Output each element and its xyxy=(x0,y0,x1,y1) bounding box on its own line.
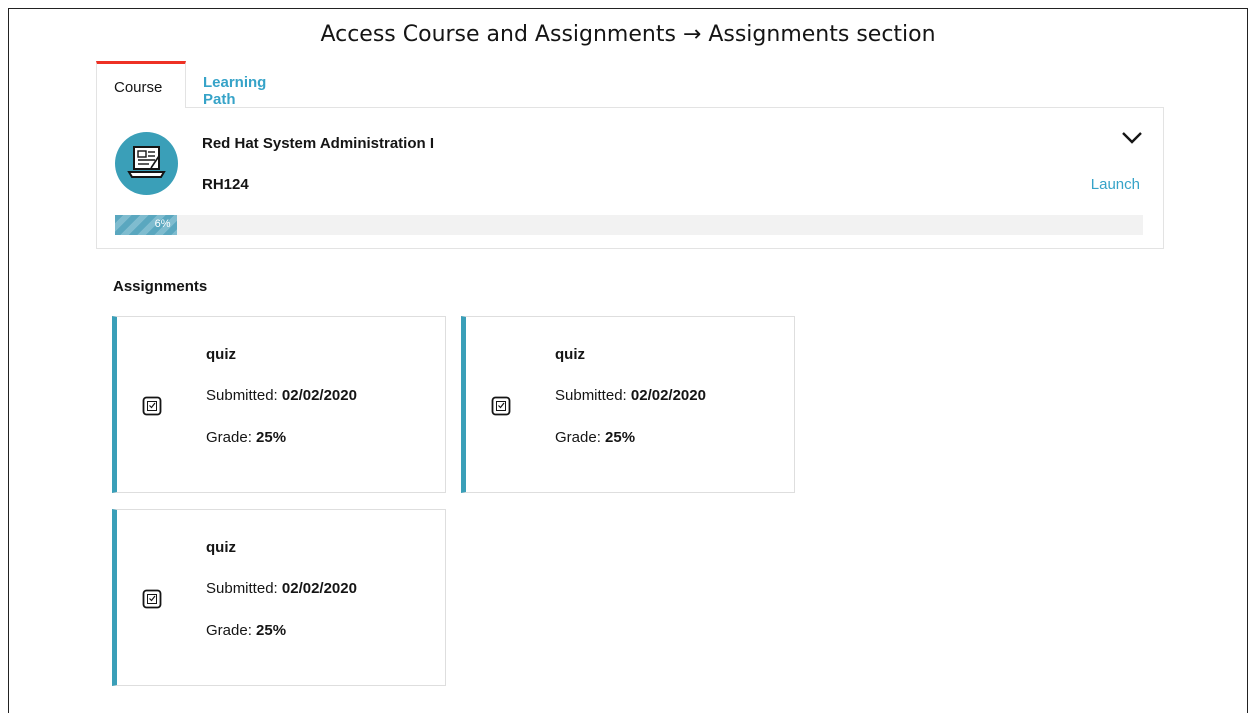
assignment-grade: Grade: 25% xyxy=(555,429,636,446)
tab-course[interactable]: Course xyxy=(96,61,186,108)
page-caption: Access Course and Assignments → Assignme… xyxy=(320,22,936,47)
assignment-card[interactable]: quiz Submitted: 02/02/2020 Grade: 25% xyxy=(112,316,446,493)
assignment-card[interactable]: quiz Submitted: 02/02/2020 Grade: 25% xyxy=(112,509,446,686)
assignment-grade: Grade: 25% xyxy=(206,622,287,639)
assignment-name: quiz xyxy=(555,346,585,363)
chevron-down-icon[interactable] xyxy=(1121,130,1143,146)
assignment-grade: Grade: 25% xyxy=(206,429,287,446)
progress-label: 6% xyxy=(154,218,171,230)
course-title: Red Hat System Administration I xyxy=(202,135,434,152)
submitted-date: 02/02/2020 xyxy=(630,387,706,404)
assignment-card[interactable]: quiz Submitted: 02/02/2020 Grade: 25% xyxy=(461,316,795,493)
course-card: Red Hat System Administration I RH124 La… xyxy=(96,107,1164,249)
course-progress-bar: 6% xyxy=(115,215,1143,235)
assignment-submitted: Submitted: 02/02/2020 xyxy=(555,387,706,404)
checkbox-icon xyxy=(142,396,162,416)
assignment-name: quiz xyxy=(206,539,236,556)
course-avatar xyxy=(115,132,178,195)
course-code: RH124 xyxy=(202,176,249,193)
submitted-date: 02/02/2020 xyxy=(281,387,357,404)
tab-course-label: Course xyxy=(114,79,163,96)
assignments-heading: Assignments xyxy=(113,278,208,295)
assignment-submitted: Submitted: 02/02/2020 xyxy=(206,387,357,404)
grade-value: 25% xyxy=(256,429,287,446)
submitted-date: 02/02/2020 xyxy=(281,580,357,597)
grade-value: 25% xyxy=(256,622,287,639)
grade-value: 25% xyxy=(605,429,636,446)
assignment-name: quiz xyxy=(206,346,236,363)
checkbox-icon xyxy=(142,589,162,609)
assignment-submitted: Submitted: 02/02/2020 xyxy=(206,580,357,597)
launch-link[interactable]: Launch xyxy=(1091,176,1140,193)
laptop-icon xyxy=(127,146,166,178)
checkbox-icon xyxy=(491,396,511,416)
